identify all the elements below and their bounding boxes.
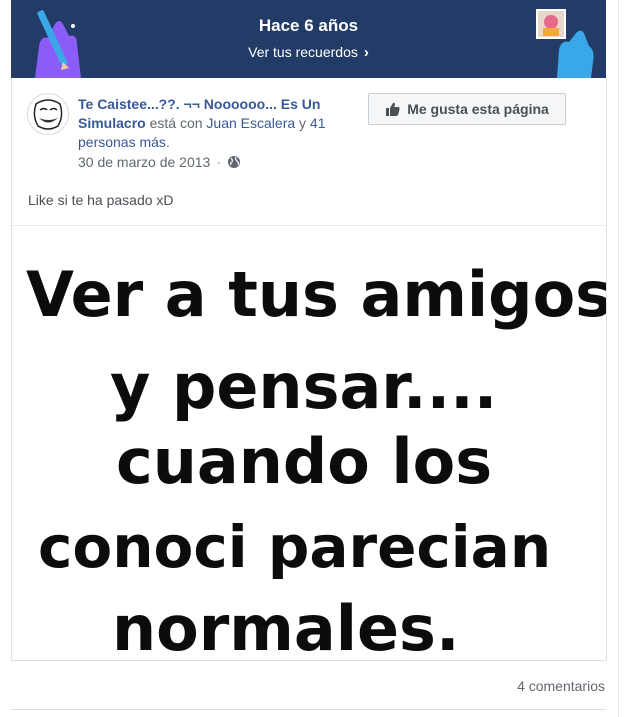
scrollbar[interactable]: [618, 0, 629, 717]
see-memories-label: Ver tus recuerdos: [248, 44, 358, 60]
page-avatar[interactable]: [27, 93, 69, 135]
divider: [11, 709, 606, 710]
see-memories-link[interactable]: Ver tus recuerdos ›: [11, 44, 606, 61]
comments-count-link[interactable]: 4 comentarios: [517, 678, 605, 694]
post-header: Te Caistee...??. ¬¬ Noooooo... Es Un Sim…: [78, 95, 358, 152]
trailing-period: .: [165, 134, 170, 150]
tagged-person-link[interactable]: Juan Escalera: [206, 115, 295, 131]
memories-title: Hace 6 años: [258, 16, 359, 35]
globe-icon[interactable]: [227, 155, 241, 169]
post-date[interactable]: 30 de marzo de 2013: [78, 154, 210, 170]
separator-dot: ·: [216, 154, 221, 170]
post-text: Like si te ha pasado xD: [28, 192, 174, 208]
thumbs-up-icon: [386, 102, 400, 116]
troll-face-icon: [28, 94, 68, 134]
with-text: está con: [149, 115, 203, 131]
like-page-label: Me gusta esta página: [407, 101, 549, 117]
image-text-line: Ver a tus amigos: [26, 258, 606, 331]
like-page-button[interactable]: Me gusta esta página: [368, 93, 566, 125]
image-text-line: cuando los: [116, 425, 493, 498]
post-card: Te Caistee...??. ¬¬ Noooooo... Es Un Sim…: [11, 78, 607, 661]
memories-banner: Hace 6 años Ver tus recuerdos ›: [11, 0, 606, 78]
chevron-right-icon: ›: [363, 44, 369, 61]
post-image[interactable]: Ver a tus amigos y pensar.... cuando los…: [12, 226, 606, 660]
image-text-line: y pensar....: [110, 350, 498, 423]
image-text-line: normales.: [112, 592, 460, 660]
and-text: y: [299, 115, 307, 131]
post-meta: 30 de marzo de 2013 ·: [78, 154, 241, 170]
image-text-line: conoci parecian: [38, 513, 552, 581]
